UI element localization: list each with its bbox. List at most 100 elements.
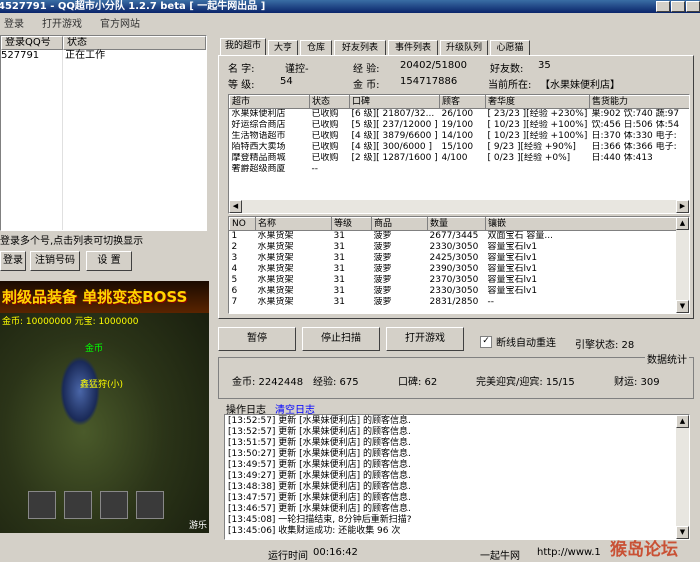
table-row[interactable]: 4 水果货架 31 菠萝 2390/3050 容量宝石lv1 [230, 264, 677, 275]
site-url[interactable]: http://www.1 [537, 547, 601, 558]
game-preview[interactable]: 刺级品装备 单挑变态BOSS 金币: 10000000 元宝: 1000000 … [0, 281, 209, 533]
menu-login[interactable]: 登录 [4, 15, 24, 30]
table-row[interactable]: 水果妹便利店 已收购 [6 级][ 21807/32... 26/100 [ 23/23… [230, 109, 690, 121]
scroll-down-icon[interactable]: ▼ [676, 300, 689, 313]
table-row[interactable]: 2 水果货架 31 菠萝 2330/3050 容量宝石lv1 [230, 242, 677, 253]
close-button[interactable] [686, 1, 700, 12]
logout-button[interactable]: 注销号码 [30, 251, 80, 271]
shelf-product: 菠萝 [373, 275, 392, 285]
shelf-quantity: 2330/3050 [429, 286, 479, 296]
table-row[interactable]: 好运综合商店 已收购 [5 级][ 237/12000 ] 19/100 [ 10/23… [230, 120, 690, 131]
shelf-name: 水果货架 [257, 242, 294, 252]
table-row[interactable]: 奢爵超级商厦 -- [230, 164, 690, 175]
stats-wealth: 财运: 309 [614, 377, 660, 388]
scroll-up-icon[interactable]: ▲ [676, 415, 689, 428]
stop-scan-button[interactable]: 停止扫描 [302, 327, 380, 351]
shelf-name: 水果货架 [257, 253, 294, 263]
account-list[interactable]: 登录QQ号 状态 527791 正在工作 [0, 35, 207, 231]
markets-table[interactable]: 超市 状态 口碑 顾客 奢华度 售货能力 水果妹便利店 已收购 [6 级][ 218… [228, 94, 690, 214]
market-customers: 19/100 [441, 120, 474, 130]
shelf-level: 31 [333, 286, 345, 296]
account-status: 正在工作 [65, 50, 106, 61]
shelves-vscroll[interactable]: ▲ ▼ [676, 217, 689, 313]
skill-slot-icon[interactable] [136, 491, 164, 519]
table-row[interactable]: 3 水果货架 31 菠萝 2425/3050 容量宝石lv1 [230, 253, 677, 264]
market-status: 已收购 [311, 131, 339, 141]
scroll-up-icon[interactable]: ▲ [676, 217, 689, 230]
skill-slot-icon[interactable] [64, 491, 92, 519]
shelf-product: 菠萝 [373, 286, 392, 296]
login-button[interactable]: 登录 [0, 251, 26, 271]
market-reputation: [2 级][ 1287/1600 ] [351, 153, 438, 163]
table-row[interactable]: 陌特西大卖场 已收购 [4 级][ 300/6000 ] 15/100 [ 9/23 ]… [230, 142, 690, 153]
markets-hscroll[interactable]: ◀ ▶ [229, 200, 689, 213]
log-vscroll[interactable]: ▲ ▼ [676, 415, 689, 539]
table-row[interactable]: 1 水果货架 31 菠萝 2677/3445 双面宝石 容量... [230, 231, 677, 243]
menu-open-game[interactable]: 打开游戏 [42, 15, 82, 30]
pause-button[interactable]: 暂停 [218, 327, 296, 351]
shelf-name: 水果货架 [257, 297, 294, 307]
markets-header[interactable]: 售货能力 [589, 95, 689, 109]
shelves-header-row: NO 名称 等级 商品 数量 镶嵌 [229, 217, 677, 231]
market-name: 好运综合商店 [231, 120, 286, 130]
shelves-table[interactable]: NO 名称 等级 商品 数量 镶嵌 1 水果货架 31 菠萝 2677/3445 双面宝石… [228, 216, 690, 314]
info-level: 54 [280, 76, 293, 87]
skill-slot-icon[interactable] [28, 491, 56, 519]
game-char-label: 鑫猛狩(小) [80, 380, 124, 390]
markets-header[interactable]: 超市 [229, 95, 310, 109]
shelves-header[interactable]: NO [229, 217, 256, 231]
shelf-quantity: 2370/3050 [429, 275, 479, 285]
maximize-button[interactable] [671, 1, 685, 12]
settings-button[interactable]: 设 置 [86, 251, 132, 271]
market-capacity: 果:902 饮:740 蔬:97 [591, 109, 680, 119]
market-customers: 26/100 [441, 109, 474, 119]
tab-upgrade-queue[interactable]: 升级队列 [440, 40, 488, 55]
shelves-header[interactable]: 镶嵌 [485, 217, 677, 231]
window-title: 4527791 - QQ超市小分队 1.2.7 beta [ 一起牛网出品 ] [0, 1, 266, 12]
tab-tycoon[interactable]: 大亨 [268, 40, 298, 55]
shelf-no: 2 [231, 242, 238, 252]
status-bar: 运行时间 00:16:42 一起牛网 http://www.1 猴岛论坛 [0, 540, 700, 562]
markets-header[interactable]: 状态 [309, 95, 350, 109]
table-row[interactable]: 5 水果货架 31 菠萝 2370/3050 容量宝石lv1 [230, 275, 677, 286]
open-game-button[interactable]: 打开游戏 [386, 327, 464, 351]
market-status: -- [311, 164, 319, 174]
markets-header[interactable]: 口碑 [349, 95, 440, 109]
tab-friends[interactable]: 好友列表 [334, 40, 386, 55]
account-row[interactable]: 527791 正在工作 [1, 50, 206, 62]
table-row[interactable]: 6 水果货架 31 菠萝 2330/3050 容量宝石lv1 [230, 286, 677, 297]
tab-wish-cat[interactable]: 心愿猫 [490, 40, 530, 55]
account-header-qq[interactable]: 登录QQ号 [1, 36, 63, 50]
reconnect-checkbox[interactable]: ✓ 断线自动重连 [480, 334, 556, 349]
shelves-header[interactable]: 名称 [255, 217, 332, 231]
info-location: 【水果妹便利店】 [540, 80, 620, 91]
market-capacity: 日:440 体:413 [591, 153, 653, 163]
shelves-header[interactable]: 商品 [371, 217, 428, 231]
market-name: 陌特西大卖场 [231, 142, 286, 152]
shelf-level: 31 [333, 253, 345, 263]
table-row[interactable]: 摩登精品商城 已收购 [2 级][ 1287/1600 ] 4/100 [ 0/23 ]… [230, 153, 690, 164]
table-row[interactable]: 生活物语超市 已收购 [4 级][ 3879/6600 ] 14/100 [ 10/23… [230, 131, 690, 142]
tab-events[interactable]: 事件列表 [388, 40, 438, 55]
scroll-right-icon[interactable]: ▶ [676, 200, 689, 213]
market-status: 已收购 [311, 153, 339, 163]
shelf-name: 水果货架 [257, 264, 294, 274]
checkbox-check-icon[interactable]: ✓ [480, 335, 492, 348]
market-luxury: [ 23/23 ][经验 +230%] [487, 109, 588, 119]
log-panel[interactable]: [13:52:57] 更新 [水果妹便利店] 的顾客信息. [13:52:57]… [224, 414, 690, 540]
tab-warehouse[interactable]: 仓库 [300, 40, 332, 55]
shelves-header[interactable]: 等级 [331, 217, 372, 231]
shelf-gem: 容量宝石lv1 [487, 275, 538, 285]
account-header-status[interactable]: 状态 [63, 36, 206, 50]
scroll-left-icon[interactable]: ◀ [229, 200, 242, 213]
market-customers [440, 164, 486, 175]
brand: 一起牛网 [480, 551, 520, 562]
menu-official-site[interactable]: 官方网站 [100, 15, 140, 30]
skill-slot-icon[interactable] [100, 491, 128, 519]
tab-my-market[interactable]: 我的超市 [220, 38, 266, 56]
markets-header[interactable]: 奢华度 [485, 95, 590, 109]
minimize-button[interactable] [656, 1, 670, 12]
shelves-header[interactable]: 数量 [427, 217, 486, 231]
markets-header[interactable]: 顾客 [439, 95, 486, 109]
table-row[interactable]: 7 水果货架 31 菠萝 2831/2850 -- [230, 297, 677, 308]
